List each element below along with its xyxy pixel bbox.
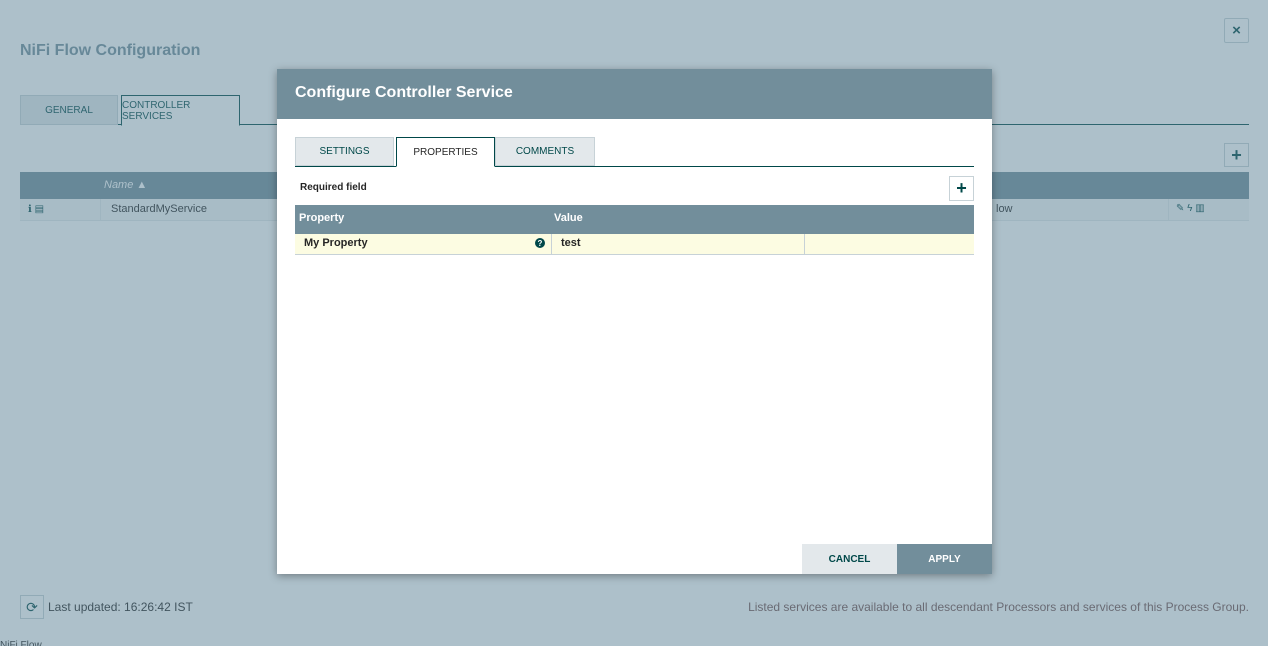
property-name-cell: My Property	[304, 237, 368, 249]
tab-comments[interactable]: COMMENTS	[495, 137, 595, 166]
apply-button[interactable]: APPLY	[897, 544, 992, 574]
column-property-header: Property	[299, 212, 345, 224]
required-field-label: Required field	[300, 182, 367, 193]
properties-table: Property Value My Property ? test	[295, 205, 974, 255]
dialog-header: Configure Controller Service	[277, 69, 992, 119]
add-property-button[interactable]: +	[949, 176, 974, 201]
table-row[interactable]: My Property ? test	[295, 234, 974, 255]
tab-settings[interactable]: SETTINGS	[295, 137, 394, 166]
help-icon[interactable]: ?	[535, 238, 545, 248]
properties-table-header: Property Value	[295, 205, 974, 234]
dialog-tabbar: SETTINGS PROPERTIES COMMENTS	[295, 137, 974, 167]
column-divider	[804, 234, 805, 254]
cancel-button[interactable]: CANCEL	[802, 544, 897, 574]
property-value-cell[interactable]: test	[561, 237, 581, 249]
dialog-title: Configure Controller Service	[295, 84, 513, 101]
column-value-header: Value	[554, 212, 583, 224]
tab-properties[interactable]: PROPERTIES	[396, 137, 495, 167]
configure-controller-service-dialog: Configure Controller Service SETTINGS PR…	[277, 69, 992, 574]
column-divider	[551, 234, 552, 254]
plus-icon: +	[956, 178, 967, 198]
